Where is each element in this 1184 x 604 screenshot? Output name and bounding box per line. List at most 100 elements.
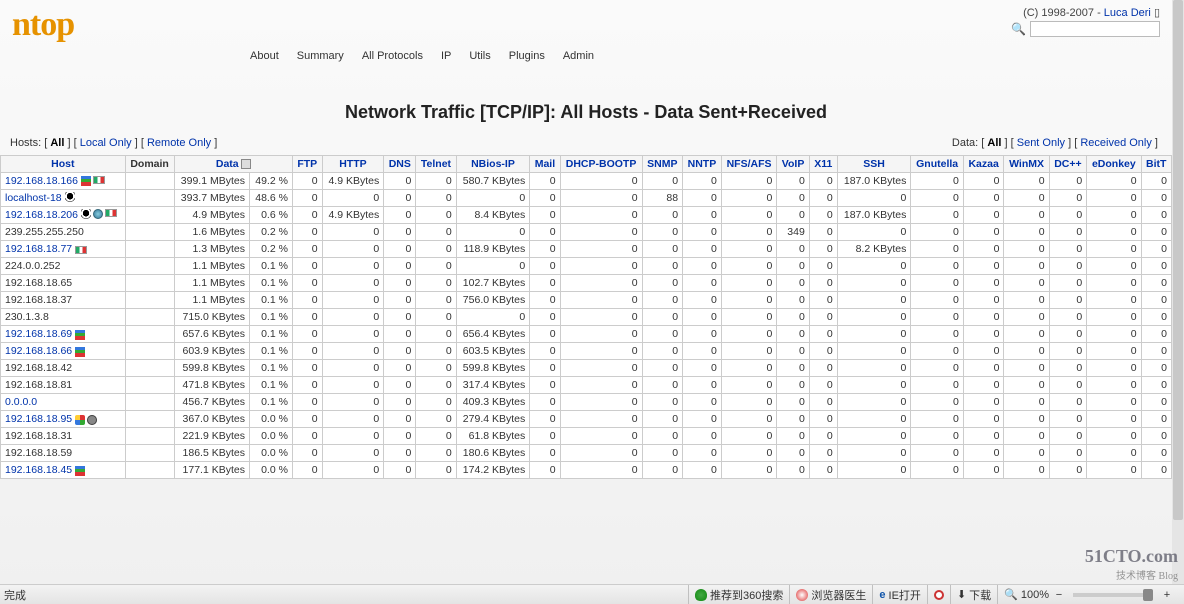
cell-nntp: 0	[683, 394, 722, 411]
cell-pct: 0.6 %	[249, 207, 292, 224]
host-link[interactable]: 192.168.18.166	[5, 175, 78, 187]
col-link[interactable]: eDonkey	[1092, 158, 1136, 170]
cell-dns: 0	[384, 411, 416, 428]
col-gnutella[interactable]: Gnutella	[911, 156, 964, 173]
col-link[interactable]: SNMP	[647, 158, 677, 170]
data-filter-recv[interactable]: Received Only	[1080, 137, 1152, 149]
col-x11[interactable]: X11	[809, 156, 837, 173]
hosts-filter-remote[interactable]: Remote Only	[147, 137, 211, 149]
cell-dcpp: 0	[1049, 377, 1087, 394]
col-link[interactable]: Kazaa	[968, 158, 998, 170]
col-snmp[interactable]: SNMP	[642, 156, 683, 173]
copyright-author-link[interactable]: Luca Deri	[1104, 7, 1151, 19]
col-dhcp-bootp[interactable]: DHCP-BOOTP	[560, 156, 642, 173]
col-dns[interactable]: DNS	[384, 156, 416, 173]
col-telnet[interactable]: Telnet	[416, 156, 456, 173]
host-link[interactable]: 192.168.18.69	[5, 328, 72, 340]
col-kazaa[interactable]: Kazaa	[963, 156, 1004, 173]
menu-ip[interactable]: IP	[441, 50, 451, 62]
vertical-scrollbar[interactable]	[1172, 0, 1184, 584]
cell-kazaa: 0	[963, 275, 1004, 292]
cell-domain	[125, 411, 174, 428]
col-voip[interactable]: VoIP	[777, 156, 810, 173]
cell-bitt: 0	[1141, 360, 1171, 377]
status-doctor[interactable]: 浏览器医生	[789, 585, 872, 604]
zoom-slider[interactable]	[1073, 593, 1153, 597]
host-link[interactable]: 0.0.0.0	[5, 396, 37, 408]
cell-gnut: 0	[911, 377, 964, 394]
col-host[interactable]: Host	[1, 156, 126, 173]
host-link[interactable]: 192.168.18.45	[5, 464, 72, 476]
col-link[interactable]: NFS/AFS	[727, 158, 772, 170]
col-link[interactable]: BitT	[1146, 158, 1166, 170]
col-data-link[interactable]: Data	[216, 158, 239, 170]
col-link[interactable]: WinMX	[1009, 158, 1044, 170]
col-bitt[interactable]: BitT	[1141, 156, 1171, 173]
cell-ssh: 0	[837, 411, 911, 428]
col-link[interactable]: SSH	[863, 158, 885, 170]
host-link[interactable]: 192.168.18.206	[5, 209, 78, 221]
menu-summary[interactable]: Summary	[297, 50, 344, 62]
data-filter-sent[interactable]: Sent Only	[1017, 137, 1065, 149]
host-link[interactable]: 192.168.18.95	[5, 413, 72, 425]
menu-plugins[interactable]: Plugins	[509, 50, 545, 62]
status-recommend[interactable]: 推荐到360搜索	[688, 585, 789, 604]
menu-utils[interactable]: Utils	[469, 50, 490, 62]
menu-about[interactable]: About	[250, 50, 279, 62]
col-link[interactable]: Gnutella	[916, 158, 958, 170]
col-edonkey[interactable]: eDonkey	[1087, 156, 1141, 173]
cell-domain	[125, 190, 174, 207]
col-link[interactable]: NNTP	[688, 158, 717, 170]
col-link[interactable]: FTP	[297, 158, 317, 170]
col-link[interactable]: NBios-IP	[471, 158, 515, 170]
hosts-filter-all[interactable]: All	[50, 137, 64, 149]
col-nbios-ip[interactable]: NBios-IP	[456, 156, 530, 173]
menu-admin[interactable]: Admin	[563, 50, 594, 62]
host-link[interactable]: localhost-18	[5, 192, 62, 204]
search-input[interactable]	[1030, 21, 1160, 37]
host-link[interactable]: 192.168.18.66	[5, 345, 72, 357]
col-dc-[interactable]: DC++	[1049, 156, 1087, 173]
col-link[interactable]: DNS	[389, 158, 411, 170]
zoom-out-button[interactable]: −	[1052, 589, 1066, 601]
col-link[interactable]: HTTP	[339, 158, 366, 170]
status-popup-block[interactable]	[927, 585, 950, 604]
zoom-in-button[interactable]: +	[1160, 589, 1174, 601]
col-mail[interactable]: Mail	[530, 156, 560, 173]
cell-snmp: 0	[642, 377, 683, 394]
col-link[interactable]: VoIP	[782, 158, 805, 170]
col-ssh[interactable]: SSH	[837, 156, 911, 173]
status-open-ie[interactable]: e IE打开	[872, 585, 927, 604]
col-link[interactable]: DHCP-BOOTP	[566, 158, 637, 170]
col-link[interactable]: Host	[51, 158, 74, 170]
cell-nntp: 0	[683, 445, 722, 462]
menu-all-protocols[interactable]: All Protocols	[362, 50, 423, 62]
cell-voip: 0	[777, 394, 810, 411]
data-filter-all[interactable]: All	[987, 137, 1001, 149]
col-winmx[interactable]: WinMX	[1004, 156, 1049, 173]
cell-edon: 0	[1087, 241, 1141, 258]
status-download[interactable]: ⬇ 下载	[950, 585, 997, 604]
cell-x11: 0	[809, 207, 837, 224]
cell-dhcp: 0	[560, 173, 642, 190]
col-link[interactable]: Mail	[535, 158, 555, 170]
col-link[interactable]: X11	[814, 158, 832, 170]
cell-gnut: 0	[911, 241, 964, 258]
col-http[interactable]: HTTP	[322, 156, 384, 173]
col-ftp[interactable]: FTP	[292, 156, 322, 173]
col-data[interactable]: Data	[174, 156, 292, 173]
table-row: 224.0.0.2521.1 MBytes0.1 %00000000000000…	[1, 258, 1172, 275]
cell-mail: 0	[530, 428, 560, 445]
col-nfs-afs[interactable]: NFS/AFS	[721, 156, 777, 173]
hosts-filter-local[interactable]: Local Only	[80, 137, 132, 149]
col-nntp[interactable]: NNTP	[683, 156, 722, 173]
host-link[interactable]: 192.168.18.77	[5, 243, 72, 255]
cell-dcpp: 0	[1049, 326, 1087, 343]
col-link[interactable]: Telnet	[421, 158, 451, 170]
zoom-icon[interactable]: 🔍	[1004, 588, 1018, 601]
cell-nfs: 0	[721, 207, 777, 224]
col-domain[interactable]: Domain	[125, 156, 174, 173]
table-row: 192.168.18.69657.6 KBytes0.1 %0000656.4 …	[1, 326, 1172, 343]
col-link[interactable]: DC++	[1054, 158, 1081, 170]
cell-bitt: 0	[1141, 462, 1171, 479]
